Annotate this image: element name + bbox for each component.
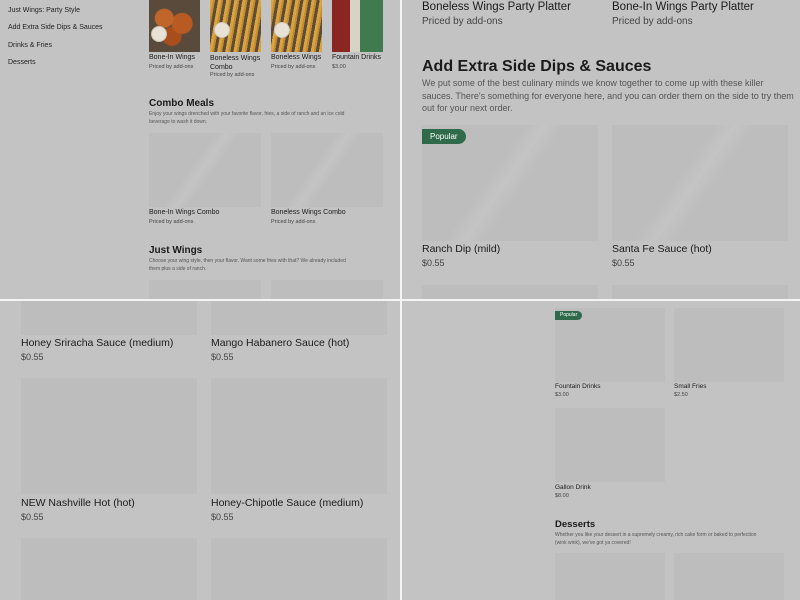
item-price: $8.00 xyxy=(555,493,569,499)
item-name[interactable]: Santa Fe Sauce (hot) xyxy=(612,243,712,255)
item-price: Priced by add-ons xyxy=(422,16,503,27)
section-description: out for your next order. xyxy=(422,103,513,113)
item-price: $0.55 xyxy=(21,512,44,522)
item-name[interactable]: Boneless Wings Combo xyxy=(210,54,262,72)
item-price: Priced by add-ons xyxy=(149,64,194,70)
menu-item-image[interactable] xyxy=(211,538,387,600)
menu-item-image[interactable] xyxy=(271,280,383,299)
section-title-combo-meals: Combo Meals xyxy=(149,98,215,109)
section-title-just-wings: Just Wings xyxy=(149,245,203,256)
item-name[interactable]: Boneless Wings Combo xyxy=(271,209,346,216)
nashville-hot-image[interactable] xyxy=(21,378,197,494)
honey-sriracha-sauce-image[interactable] xyxy=(21,301,197,335)
sidebar-item-extra-dips-sauces[interactable]: Add Extra Side Dips & Sauces xyxy=(8,24,103,31)
item-price: Priced by add-ons xyxy=(210,72,255,78)
section-description: (wink wink), we've got ya covered! xyxy=(555,540,631,546)
boneless-wings-combo-photo[interactable] xyxy=(210,0,261,52)
bone-in-wings-combo-image[interactable] xyxy=(149,133,261,207)
item-name[interactable]: Bone-In Wings Party Platter xyxy=(612,1,754,13)
menu-panel-top-left: Just Wings: Party Style Add Extra Side D… xyxy=(0,0,400,299)
menu-item-image[interactable] xyxy=(149,280,261,299)
boneless-wings-combo-image[interactable] xyxy=(271,133,383,207)
honey-chipotle-sauce-image[interactable] xyxy=(211,378,387,494)
item-name[interactable]: Fountain Drinks xyxy=(332,54,381,61)
item-name[interactable]: Mango Habanero Sauce (hot) xyxy=(211,337,349,349)
section-description: sauces. There's something for everyone h… xyxy=(422,91,794,101)
section-description: We put some of the best culinary minds w… xyxy=(422,78,764,88)
section-title-sauces: Add Extra Side Dips & Sauces xyxy=(422,58,652,75)
menu-panel-bottom-right: Popular Fountain Drinks $3.00 Small Frie… xyxy=(402,301,800,600)
section-description: Whether you like your dessert in a supre… xyxy=(555,532,757,538)
menu-item-image[interactable] xyxy=(21,538,197,600)
item-name[interactable]: Ranch Dip (mild) xyxy=(422,243,500,255)
item-price: $3.00 xyxy=(332,64,346,70)
bone-in-wings-photo[interactable] xyxy=(149,0,200,52)
item-name[interactable]: Gallon Drink xyxy=(555,484,591,491)
section-description: Enjoy your wings drenched with your favo… xyxy=(149,111,345,117)
sidebar-item-drinks-fries[interactable]: Drinks & Fries xyxy=(8,42,52,49)
section-description: them plus a side of ranch. xyxy=(149,266,207,272)
section-description: beverage to wash it down. xyxy=(149,119,208,125)
boneless-wings-photo[interactable] xyxy=(271,0,322,52)
item-name[interactable]: Bone-In Wings xyxy=(149,54,195,61)
menu-panel-top-right: Boneless Wings Party Platter Priced by a… xyxy=(402,0,800,299)
popular-badge: Popular xyxy=(555,311,583,320)
item-name[interactable]: Honey-Chipotle Sauce (medium) xyxy=(211,497,363,509)
item-name[interactable]: Boneless Wings xyxy=(271,54,321,61)
gallon-drink-image[interactable] xyxy=(555,408,665,482)
sidebar-item-just-wings-party-style[interactable]: Just Wings: Party Style xyxy=(8,7,80,14)
small-fries-image[interactable] xyxy=(674,308,784,382)
horizontal-divider xyxy=(0,299,800,301)
item-price: Priced by add-ons xyxy=(271,64,316,70)
item-price: $2.50 xyxy=(674,392,688,398)
menu-panel-bottom-left: Honey Sriracha Sauce (medium) $0.55 Mang… xyxy=(0,301,400,600)
item-name[interactable]: Boneless Wings Party Platter xyxy=(422,1,571,13)
item-name[interactable]: Honey Sriracha Sauce (medium) xyxy=(21,337,173,349)
section-title-desserts: Desserts xyxy=(555,519,596,530)
menu-item-image[interactable] xyxy=(555,553,665,600)
santa-fe-sauce-image[interactable] xyxy=(612,125,788,241)
item-price: Priced by add-ons xyxy=(149,219,194,225)
sidebar-item-desserts[interactable]: Desserts xyxy=(8,59,36,66)
section-description: Choose your wing style, then your flavor… xyxy=(149,258,346,264)
item-price: $3.00 xyxy=(555,392,569,398)
item-price: $0.55 xyxy=(422,258,445,268)
item-price: Priced by add-ons xyxy=(271,219,316,225)
item-price: $0.55 xyxy=(211,352,234,362)
item-name[interactable]: Small Fries xyxy=(674,383,707,390)
fountain-drinks-photo[interactable] xyxy=(332,0,383,52)
item-name[interactable]: NEW Nashville Hot (hot) xyxy=(21,497,135,509)
item-name[interactable]: Bone-In Wings Combo xyxy=(149,209,219,216)
menu-item-image[interactable] xyxy=(674,553,784,600)
item-price: $0.55 xyxy=(21,352,44,362)
menu-item-image[interactable] xyxy=(422,285,598,299)
popular-badge: Popular xyxy=(422,129,466,144)
menu-item-image[interactable] xyxy=(612,285,788,299)
mango-habanero-sauce-image[interactable] xyxy=(211,301,387,335)
item-price: $0.55 xyxy=(612,258,635,268)
item-price: $0.55 xyxy=(211,512,234,522)
item-price: Priced by add-ons xyxy=(612,16,693,27)
item-name[interactable]: Fountain Drinks xyxy=(555,383,601,390)
